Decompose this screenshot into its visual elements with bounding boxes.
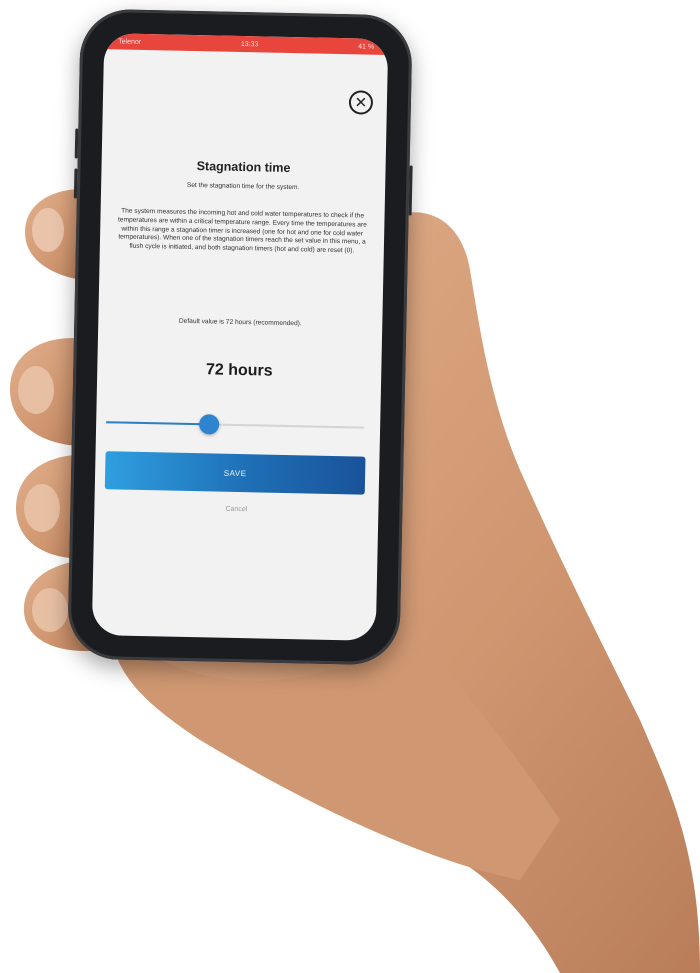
volume-button [74, 128, 79, 159]
save-button[interactable]: SAVE [104, 451, 366, 495]
phone-screen: Telenor 13:33 41 % ✕ Stagnation time Set… [91, 33, 389, 641]
dialog-subtitle: Set the stagnation time for the system. [186, 181, 300, 192]
dialog-description: The system measures the incoming hot and… [117, 207, 367, 255]
stagnation-time-slider[interactable] [106, 412, 365, 437]
default-value-note: Default value is 72 hours (recommended). [178, 317, 302, 328]
stagnation-value-label: 72 hours [205, 361, 273, 380]
battery-label: 41 % [358, 42, 375, 51]
clock-label: 13:33 [240, 40, 259, 48]
close-button[interactable]: ✕ [348, 90, 374, 115]
close-icon: ✕ [354, 93, 368, 112]
cancel-button[interactable]: Cancel [94, 503, 378, 516]
carrier-label: Telenor [118, 37, 142, 46]
phone-device: Telenor 13:33 41 % ✕ Stagnation time Set… [67, 8, 413, 666]
slider-fill [106, 421, 210, 426]
dialog-title: Stagnation time [196, 159, 291, 176]
status-bar: Telenor 13:33 41 % [103, 33, 389, 56]
volume-button [73, 168, 78, 199]
slider-thumb[interactable] [199, 414, 220, 435]
